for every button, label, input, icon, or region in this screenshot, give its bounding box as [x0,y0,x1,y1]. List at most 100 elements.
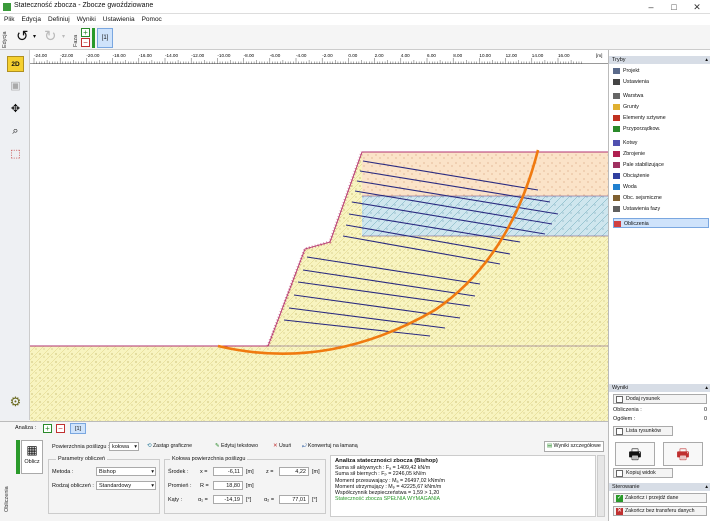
finish-and-transfer-button[interactable]: ✓ Zakończ i przejdź dane [613,493,707,503]
replace-graphics-label: Zastąp graficzne [152,443,193,449]
x-unit: [m] [246,469,254,475]
maximize-icon[interactable]: □ [663,1,685,13]
total-count-label: Ogółem : [613,416,636,422]
close-icon[interactable]: ✕ [686,1,708,13]
ruler-svg: -24.00 -22.00 -20.00 -18.00 -16.00 -14.00 -12.… [33,53,602,64]
detailed-results-button[interactable]: ▤ Wyniki szczegółowe [544,441,604,452]
soil-layer-orange[interactable] [362,152,608,196]
ruler-tick-label: 8.00 [453,53,462,58]
z-input[interactable]: 4,22 [279,467,309,476]
edit-text-button[interactable]: ✎ Edytuj tekstowo [213,442,260,451]
drawing-list-button[interactable]: Lista rysunków [613,426,673,436]
zoom-icon[interactable]: ⌕ [7,123,24,139]
add-analysis-icon[interactable]: + [43,424,52,433]
ruler-tick-label: -6.00 [270,53,281,58]
mode-item-settings[interactable]: Ustawienia [613,77,709,87]
mode-item-rigid-elements[interactable]: Elementy sztywne [613,113,709,123]
calc-type-select[interactable]: Standardowy ▾ [96,481,156,490]
replace-graphics-button[interactable]: ⟲ Zastąp graficzne [145,442,194,451]
params-title: Parametry obliczeń [56,456,108,462]
delete-icon: ✕ [273,443,278,449]
a1-input[interactable]: -14,19 [213,495,243,504]
mode-item-seismic[interactable]: Obc. sejsmiczne [613,193,709,203]
copy-view-button[interactable]: Kopiuj widok [613,468,673,478]
mode-item-label: Ustawienia [623,79,649,85]
results-icon: ▤ [547,443,553,449]
undo-dropdown-icon[interactable]: ▾ [33,33,36,40]
add-drawing-label: Dodaj rysunek [626,396,660,402]
mode-item-piles[interactable]: Pale stabilizujące [613,160,709,170]
view-3d-icon[interactable]: ▣ [7,78,24,94]
mode-item-assign[interactable]: Przyporządkow. [613,124,709,134]
stage-tab-1[interactable]: [1] [97,28,113,48]
analysis-tab-1[interactable]: [1] [70,423,86,434]
menu-results[interactable]: Wyniki [73,14,99,23]
ruler-tick-label: 10.00 [479,53,491,58]
menu-help[interactable]: Pomoc [138,14,165,23]
drawing-canvas[interactable] [30,64,608,421]
drawing-list-label: Lista rysunków [626,428,662,434]
slip-surface-label: Powierzchnia poślizgu : [52,444,110,450]
convert-button[interactable]: ⤾ Konwertuj na łamaną [300,442,360,451]
project-icon [613,68,620,74]
mode-item-project[interactable]: Projekt [613,66,709,76]
pencil-icon: ✎ [215,443,220,449]
a2-label: α₂ = [264,497,275,503]
settings-gear-icon[interactable]: ⚙ [7,394,24,410]
menu-edit[interactable]: Edycja [17,14,44,23]
mode-item-water[interactable]: Woda [613,182,709,192]
calculator-icon: ▦ [26,443,38,457]
left-tool-bar: 2D ▣ ✥ ⌕ ⬚ ⚙ [0,50,30,420]
calc-count-value: 0 [703,407,707,413]
method-select[interactable]: Bishop ▾ [96,467,156,476]
remove-analysis-icon[interactable]: − [56,424,65,433]
radius-label: Promień : [168,483,192,489]
menu-file[interactable]: Plik [0,14,17,23]
mode-item-label: Grunty [623,104,639,110]
calculate-button[interactable]: ▦ Oblicz [21,440,43,474]
mode-item-stage-settings[interactable]: Ustawienia fazy [613,204,709,214]
mode-item-label: Obc. sejsmiczne [623,195,662,201]
undo-icon[interactable]: ↺ [16,29,29,45]
print-button[interactable]: 🖶 [615,442,655,466]
ruler-tick-label: -2.00 [322,53,333,58]
mode-item-reinforcement[interactable]: Zbrojenie [613,149,709,159]
zoom-fit-icon[interactable]: ⬚ [7,146,24,162]
collapse-icon[interactable]: ▴ [705,483,710,491]
redo-dropdown-icon[interactable]: ▾ [62,33,65,40]
circle-title: Kołowa powierzchnia poślizgu [170,456,248,462]
finish-without-transfer-button[interactable]: ✕ Zakończ bez transferu danych [613,506,707,516]
r-input[interactable]: 18,80 [213,481,243,490]
ruler-tick-label: -24.00 [34,53,47,58]
menu-settings[interactable]: Ustawienia [99,14,138,23]
move-icon[interactable]: ✥ [7,101,24,117]
mode-item-calculation[interactable]: Obliczenia [613,218,709,228]
control-header-label: Sterowanie [612,484,640,490]
calc-count-label: Obliczenia : [613,407,642,413]
mode-item-anchors[interactable]: Kotwy [613,138,709,148]
collapse-icon[interactable]: ▴ [705,56,710,64]
chevron-down-icon: ▾ [134,444,137,450]
minimize-icon[interactable]: – [640,1,662,13]
view-2d-button[interactable]: 2D [7,56,24,72]
x-input[interactable]: -6,11 [213,467,243,476]
mode-item-label: Warstwa [623,93,644,99]
menu-bar: Plik Edycja Definiuj Wyniki Ustawienia Pomoc [0,14,710,25]
menu-define[interactable]: Definiuj [44,14,73,23]
add-drawing-button[interactable]: Dodaj rysunek [613,394,707,404]
collapse-icon[interactable]: ▴ [705,384,710,392]
add-stage-icon[interactable]: + [81,28,90,37]
a2-input[interactable]: 77,01 [279,495,309,504]
finish-without-transfer-label: Zakończ bez transferu danych [625,508,695,514]
delete-button[interactable]: ✕ Usuń [271,442,293,451]
mode-item-layer[interactable]: Warstwa [613,91,709,101]
redo-icon[interactable]: ↻ [44,29,57,45]
slip-surface-select[interactable]: kołowa ▾ [109,442,139,451]
mode-item-load[interactable]: Obciążenie [613,171,709,181]
remove-stage-icon[interactable]: − [81,38,90,47]
mode-item-soils[interactable]: Grunty [613,102,709,112]
slope-drawing[interactable] [30,64,608,421]
results-scrollbar[interactable] [597,455,605,517]
slip-surface-value: kołowa [112,444,130,450]
print-export-button[interactable]: 🖶 [663,442,703,466]
